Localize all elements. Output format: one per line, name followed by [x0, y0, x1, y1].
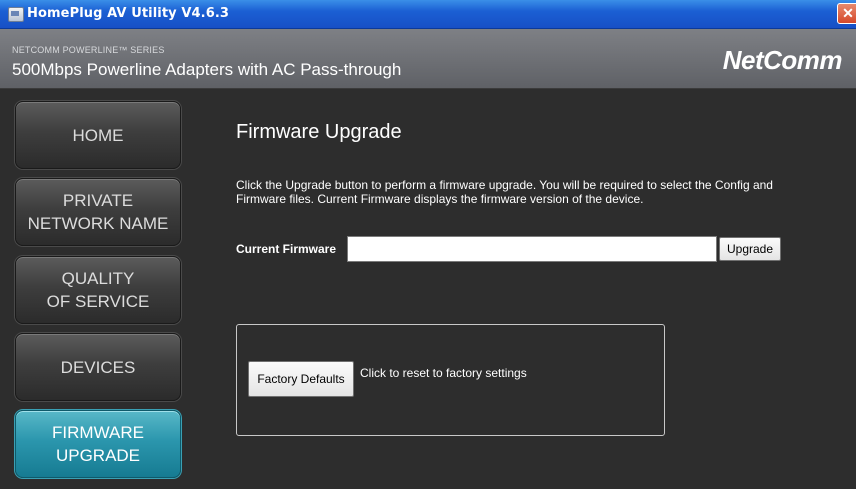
- nav-home[interactable]: HOME: [15, 101, 181, 169]
- nav-private-network-name[interactable]: PRIVATE NETWORK NAME: [15, 178, 181, 246]
- product-name: 500Mbps Powerline Adapters with AC Pass-…: [12, 60, 402, 79]
- nav-private-network-name-label: PRIVATE NETWORK NAME: [27, 191, 169, 233]
- nav-quality-of-service-label: QUALITY OF SERVICE: [46, 269, 150, 311]
- nav-home-label: HOME: [72, 125, 124, 145]
- page-title: Firmware Upgrade: [236, 121, 402, 143]
- nav-quality-of-service[interactable]: QUALITY OF SERVICE: [15, 256, 181, 324]
- current-firmware-label: Current Firmware: [236, 242, 337, 256]
- factory-defaults-button[interactable]: Factory Defaults: [248, 361, 354, 397]
- close-button[interactable]: ✕: [837, 3, 856, 24]
- netcomm-logo: NetComm: [722, 45, 843, 75]
- page-description: Click the Upgrade button to perform a fi…: [236, 178, 773, 206]
- app-icon: [8, 7, 24, 22]
- title-bar: HomePlug AV Utility V4.6.3 ✕: [0, 0, 856, 29]
- window-title: HomePlug AV Utility V4.6.3: [27, 6, 230, 21]
- factory-defaults-description: Click to reset to factory settings: [360, 366, 527, 380]
- nav-firmware-upgrade-label: FIRMWARE UPGRADE: [52, 423, 144, 465]
- upgrade-button[interactable]: Upgrade: [719, 237, 781, 261]
- nav-devices-label: DEVICES: [60, 357, 136, 377]
- series-label: NETCOMM POWERLINE™ SERIES: [12, 45, 165, 55]
- current-firmware-field[interactable]: [347, 236, 717, 262]
- nav-firmware-upgrade[interactable]: FIRMWARE UPGRADE: [15, 410, 181, 478]
- nav-devices[interactable]: DEVICES: [15, 333, 181, 401]
